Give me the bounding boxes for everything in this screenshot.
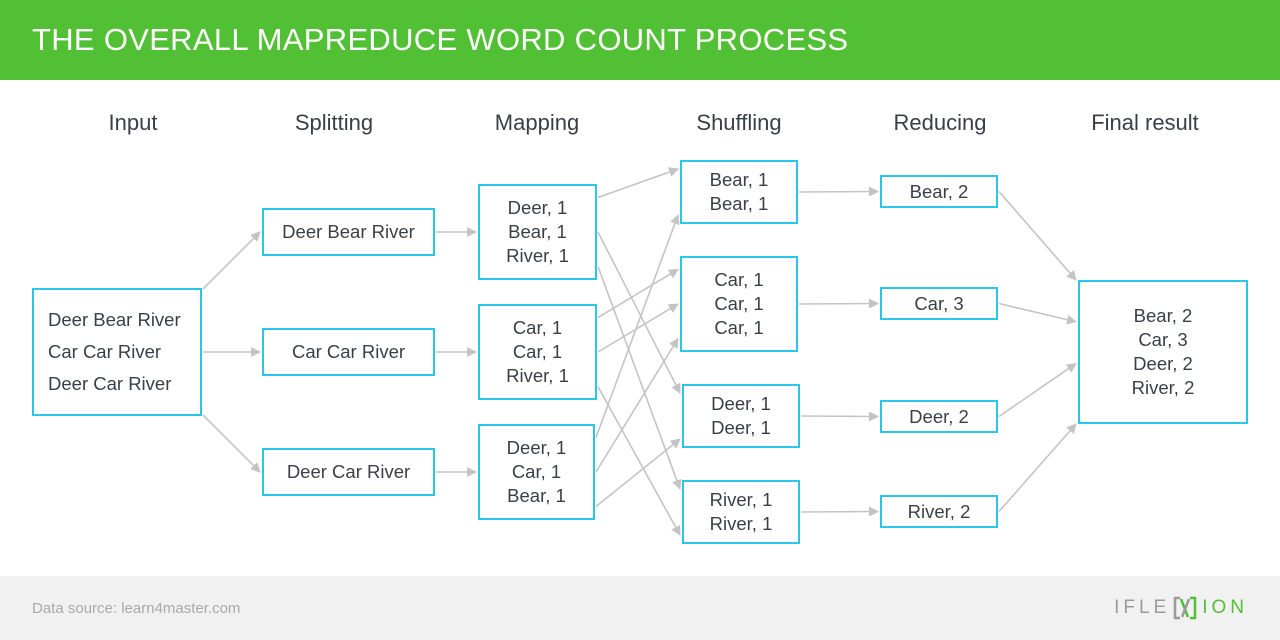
reduce-line: Bear, 2 xyxy=(909,180,969,202)
arrow-reduce-3-to-final xyxy=(998,423,1077,513)
arrow-map-1-to-shuffle-3 xyxy=(597,386,681,536)
reduce-box: Deer, 2 xyxy=(880,400,998,433)
map-line: Car, 1 xyxy=(512,317,563,338)
final-line: Car, 3 xyxy=(1138,329,1188,350)
shuffle-line: Bear, 1 xyxy=(709,169,769,190)
map-line: Deer, 1 xyxy=(506,437,567,458)
shuffle-line: Bear, 1 xyxy=(709,193,769,214)
arrow-reduce-1-to-final xyxy=(998,302,1077,325)
shuffle-line: River, 1 xyxy=(709,489,773,510)
input-line: Deer Car River xyxy=(48,373,172,394)
map-line: Car, 1 xyxy=(511,461,562,482)
shuffle-line: Deer, 1 xyxy=(711,417,771,438)
arrow-shuffle-3-to-reduce-3 xyxy=(800,506,879,517)
map-line: Car, 1 xyxy=(512,341,563,362)
footer: Data source: learn4master.com IFLE ION xyxy=(0,576,1280,640)
split-line: Deer Car River xyxy=(286,461,411,482)
arrow-map-0-to-shuffle-3 xyxy=(597,266,682,490)
map-line: Bear, 1 xyxy=(508,221,567,242)
arrow-map-2-to-shuffle-2 xyxy=(595,438,681,508)
input-line: Deer Bear River xyxy=(48,309,181,330)
logo-text-right: ION xyxy=(1202,597,1248,618)
final-line: Deer, 2 xyxy=(1133,353,1193,374)
reduce-line: Deer, 2 xyxy=(909,405,969,427)
shuffle-line: Car, 1 xyxy=(714,269,764,290)
shuffle-box: Bear, 1 Bear, 1 xyxy=(680,160,798,224)
reduce-box: Car, 3 xyxy=(880,287,998,320)
shuffle-box: River, 1 River, 1 xyxy=(682,480,800,544)
reduce-line: River, 2 xyxy=(907,500,971,522)
map-line: Deer, 1 xyxy=(507,197,568,218)
shuffle-box: Deer, 1 Deer, 1 xyxy=(682,384,800,448)
arrow-input-to-split-0 xyxy=(202,231,261,290)
input-box: Deer Bear River Car Car River Deer Car R… xyxy=(32,288,202,416)
reduce-box: River, 2 xyxy=(880,495,998,528)
logo-x-mark-icon xyxy=(1172,596,1198,620)
shuffle-line: Deer, 1 xyxy=(711,393,771,414)
split-line: Car Car River xyxy=(291,341,406,362)
arrow-map-0-to-shuffle-2 xyxy=(597,231,681,394)
arrow-reduce-0-to-final xyxy=(998,190,1077,281)
split-box: Car Car River xyxy=(262,328,435,376)
iflexion-logo: IFLE ION xyxy=(1114,596,1248,620)
input-line: Car Car River xyxy=(48,341,162,362)
arrow-reduce-2-to-final xyxy=(998,362,1077,418)
reduce-box: Bear, 2 xyxy=(880,175,998,208)
final-result-box: Bear, 2 Car, 3 Deer, 2 River, 2 xyxy=(1078,280,1248,424)
map-line: River, 1 xyxy=(506,245,569,266)
map-line: Bear, 1 xyxy=(507,485,566,506)
arrow-shuffle-0-to-reduce-0 xyxy=(798,186,879,197)
split-box: Deer Bear River xyxy=(262,208,435,256)
map-box: Deer, 1 Bear, 1 River, 1 xyxy=(478,184,597,280)
reduce-line: Car, 3 xyxy=(914,292,964,314)
map-line: River, 1 xyxy=(506,365,569,386)
arrow-map-0-to-shuffle-0 xyxy=(597,167,679,199)
arrow-shuffle-1-to-reduce-1 xyxy=(798,298,879,309)
map-box: Deer, 1 Car, 1 Bear, 1 xyxy=(478,424,595,520)
arrow-shuffle-2-to-reduce-2 xyxy=(800,411,879,422)
data-source: Data source: learn4master.com xyxy=(32,600,241,617)
logo-text-left: IFLE xyxy=(1114,597,1171,618)
final-line: River, 2 xyxy=(1131,377,1195,398)
arrow-input-to-split-2 xyxy=(202,414,261,473)
map-box: Car, 1 Car, 1 River, 1 xyxy=(478,304,597,400)
final-line: Bear, 2 xyxy=(1133,305,1193,326)
shuffle-box: Car, 1 Car, 1 Car, 1 xyxy=(680,256,798,352)
shuffle-line: Car, 1 xyxy=(714,293,764,314)
shuffle-line: Car, 1 xyxy=(714,317,764,338)
split-line: Deer Bear River xyxy=(282,221,415,242)
split-box: Deer Car River xyxy=(262,448,435,496)
shuffle-line: River, 1 xyxy=(709,513,773,534)
